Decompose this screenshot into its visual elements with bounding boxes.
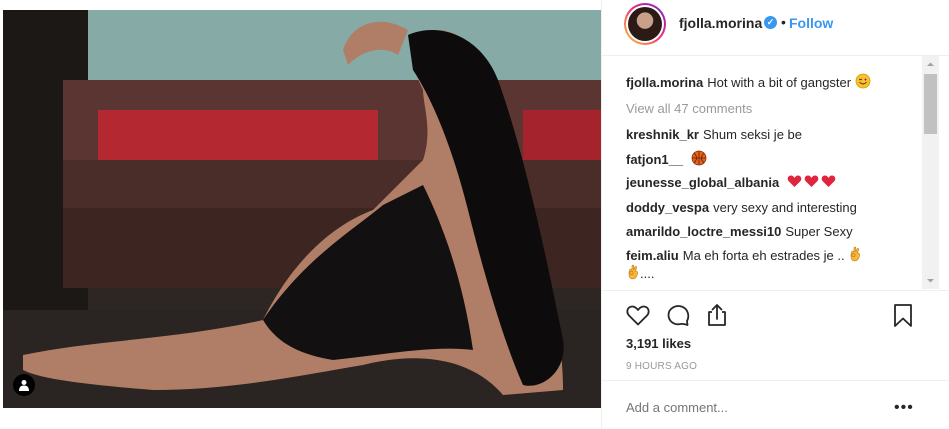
view-all-comments-link[interactable]: View all 47 comments: [626, 100, 752, 118]
comment-username[interactable]: amarildo_loctre_messi10: [626, 224, 781, 239]
comment-item: amarildo_loctre_messi10 Super Sexy: [626, 223, 853, 241]
likes-count[interactable]: 3,191 likes: [626, 336, 691, 351]
instagram-post: fjolla.morina ✓ • Follow fjolla.morina Ho…: [0, 0, 949, 428]
ok-hand-emoji-icon: [850, 246, 861, 262]
user-tag-icon[interactable]: [13, 374, 35, 396]
comment-item: doddy_vespa very sexy and interesting: [626, 199, 857, 217]
post-header: fjolla.morina ✓ • Follow: [602, 0, 949, 56]
caption: fjolla.morina Hot with a bit of gangster: [626, 73, 871, 92]
scroll-down-arrow-icon[interactable]: [922, 272, 939, 289]
post-actions: 3,191 likes 9 HOURS AGO: [602, 290, 949, 381]
comment-text: Shum seksi je be: [703, 127, 802, 142]
post-timestamp[interactable]: 9 HOURS AGO: [626, 361, 697, 372]
comment-text: very sexy and interesting: [713, 200, 857, 215]
comment-text: ....: [640, 266, 655, 281]
comments-scrollbar[interactable]: [922, 56, 939, 289]
comment-username[interactable]: doddy_vespa: [626, 200, 709, 215]
add-comment-section: •••: [602, 380, 949, 429]
scrollbar-thumb[interactable]: [924, 74, 937, 134]
avatar[interactable]: [624, 3, 666, 45]
comment-username[interactable]: feim.aliu: [626, 248, 679, 263]
share-icon[interactable]: [703, 301, 731, 329]
comment-text: Ma eh forta eh estrades je ..: [682, 248, 845, 263]
caption-text: Hot with a bit of gangster: [707, 75, 852, 90]
comment-text: Super Sexy: [785, 224, 853, 239]
comment-item: ....: [626, 264, 654, 283]
post-side-panel: fjolla.morina ✓ • Follow fjolla.morina Ho…: [601, 0, 949, 428]
ok-hand-emoji-icon: [628, 264, 638, 280]
verified-badge-icon: ✓: [764, 16, 777, 29]
separator-dot: •: [781, 14, 786, 30]
comment-username[interactable]: jeunesse_global_albania: [626, 175, 779, 190]
comment-username[interactable]: kreshnik_kr: [626, 127, 699, 142]
hearts-emoji-icon: [787, 175, 836, 187]
comment-bubble-icon[interactable]: [664, 301, 692, 329]
comment-item: kreshnik_kr Shum seksi je be: [626, 126, 802, 144]
post-photo[interactable]: [3, 10, 601, 408]
comment-username[interactable]: fatjon1__: [626, 152, 683, 167]
comment-item: fatjon1__: [626, 150, 707, 169]
bookmark-icon[interactable]: [889, 301, 917, 329]
more-options-icon[interactable]: •••: [894, 399, 914, 417]
heart-outline-icon[interactable]: [624, 301, 652, 329]
caption-username[interactable]: fjolla.morina: [626, 75, 703, 90]
person-icon: [19, 380, 29, 391]
header-username[interactable]: fjolla.morina: [679, 15, 762, 31]
wink-emoji-icon: [855, 73, 871, 89]
photo-illustration: [3, 10, 601, 408]
scroll-up-arrow-icon[interactable]: [922, 56, 939, 73]
add-comment-input[interactable]: [626, 400, 886, 415]
comment-item: feim.aliu Ma eh forta eh estrades je ..: [626, 246, 862, 265]
comment-item: jeunesse_global_albania: [626, 174, 837, 192]
comments-list: fjolla.morina Hot with a bit of gangster …: [602, 56, 922, 289]
follow-button[interactable]: Follow: [789, 15, 833, 31]
basketball-emoji-icon: [691, 150, 707, 166]
